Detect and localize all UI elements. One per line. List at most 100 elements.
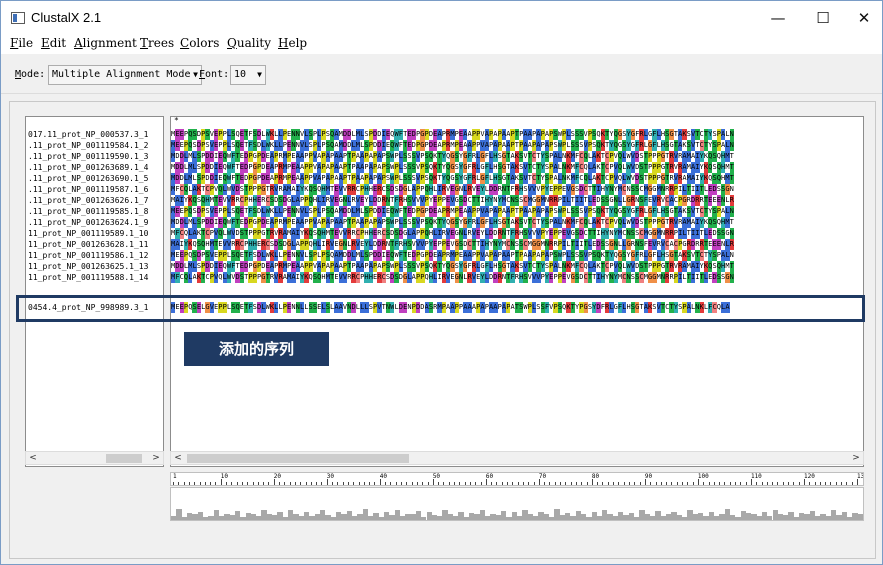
sequence-name[interactable]: .11_prot_NP_001263690.1_5 — [28, 173, 148, 184]
sequence-row[interactable]: MFCQLAKTCPVQLWVDSTPPPGTRVRAMAIYKQSQHMTEV… — [171, 228, 863, 239]
sequence-row[interactable]: MAIYKQSQHMTEVVRRCPHHERCSDSDGLAPPQHLIRVEG… — [171, 239, 863, 250]
ruler-tick — [586, 482, 588, 485]
sequence-row[interactable]: MEEPQSDPSVEPPLSQETFSDLWKLLPENNVLSPLPSQAM… — [171, 250, 863, 261]
sequence-name[interactable]: 11_prot_NP_001263625.1_13 — [28, 261, 148, 272]
menu-help[interactable]: Help — [278, 36, 307, 50]
sequence-name[interactable]: 11_prot_NP_001119588.1_14 — [28, 272, 148, 283]
ruler-tick — [533, 482, 535, 485]
ruler-tick — [793, 482, 795, 485]
scroll-left-icon[interactable]: < — [26, 452, 40, 464]
ruler-label: 80 — [591, 473, 600, 480]
ruler-tick — [284, 482, 286, 485]
sequence-name[interactable]: .11_prot_NP_001119590.1_3 — [28, 151, 148, 162]
sequence-row[interactable]: MDDLMLSPDDIEQWFTEDPGPDEAPRMPEAAPPVAPAPAA… — [171, 261, 863, 272]
ruler-label: 70 — [538, 473, 547, 480]
menu-file[interactable]: File — [10, 36, 33, 50]
ruler-tick — [841, 482, 843, 485]
ruler-tick — [194, 482, 196, 485]
ruler-tick — [363, 482, 365, 485]
ruler-tick — [835, 482, 837, 485]
sequence-row[interactable]: MDDLMLSPDDIEQWFTEDPGPDEAPRMPEAAPPVAPAPAA… — [171, 151, 863, 162]
ruler-tick — [602, 482, 604, 485]
sequence-name[interactable]: .11_prot_NP_001263689.1_4 — [28, 162, 148, 173]
sequence-row[interactable]: MDDLMLSPDDIEQWFTEDPGPDEAPRMPEAAPPVAPAPAA… — [171, 217, 863, 228]
sequence-name[interactable]: .11_prot_NP_001119585.1_8 — [28, 206, 148, 217]
title-bar[interactable]: ClustalX 2.1 — ☐ ✕ — [1, 1, 882, 34]
ruler-tick — [173, 482, 174, 485]
ruler-tick — [263, 482, 265, 485]
names-horizontal-scrollbar[interactable]: < > — [25, 451, 164, 465]
ruler-tick — [803, 479, 805, 485]
sequence-row[interactable]: MEEPQSDPSVEPPLSQETFSDLWKLLPENNVLSPLPSQAM… — [171, 206, 863, 217]
ruler-tick — [178, 482, 180, 485]
ruler-tick — [724, 482, 726, 485]
ruler-tick — [342, 482, 344, 485]
mode-label: Mode: — [15, 69, 46, 80]
scroll-right-icon[interactable]: > — [149, 452, 163, 464]
ruler-tick — [644, 479, 646, 485]
sequence-name[interactable]: .11_prot_NP_001119587.1_6 — [28, 184, 148, 195]
ruler-tick — [332, 482, 334, 485]
scrollbar-thumb[interactable] — [106, 454, 142, 463]
sequence-row[interactable]: MAIYKQSQHMTEVVRRCPHHERCSDSDGLAPPQHLIRVEG… — [171, 195, 863, 206]
ruler-tick — [199, 482, 201, 485]
mode-dropdown[interactable]: Multiple Alignment Mode ▼ — [48, 65, 202, 85]
ruler-tick — [443, 482, 445, 485]
sequence-row[interactable]: MFCQLAKTCPVQLWVDSTPPPGTRVRAMAIYKQSQHMTEV… — [171, 272, 863, 283]
ruler-tick — [422, 482, 424, 485]
ruler-tick — [326, 479, 328, 485]
sequence-row[interactable]: MDDLMLSPDDIEQWFTEDPGPDEAPRMPEAAPPVAPAPAA… — [171, 162, 863, 173]
close-button[interactable]: ✕ — [844, 5, 883, 31]
sequence-name[interactable]: .11_prot_NP_001119584.1_2 — [28, 140, 148, 151]
sequence-name[interactable]: 11_prot_NP_001263628.1_11 — [28, 239, 148, 250]
scrollbar-thumb[interactable] — [187, 454, 409, 463]
ruler-tick — [772, 482, 774, 485]
menu-quality[interactable]: Quality — [227, 36, 271, 50]
maximize-button[interactable]: ☐ — [803, 5, 843, 31]
sequence-row[interactable]: MDDLMLSPDDIEQWFTEDPGPDEAPRMPEAAPPVAPAPAA… — [171, 173, 863, 184]
ruler-tick — [496, 482, 498, 485]
ruler-tick — [708, 482, 710, 485]
sequence-horizontal-scrollbar[interactable]: < > — [170, 451, 864, 465]
ruler-label: 100 — [697, 473, 709, 480]
ruler-tick — [300, 482, 302, 485]
ruler-tick — [204, 482, 206, 485]
sequence-row[interactable]: MEEPQSDPSVEPPLSQETFSDLWKLLPENNVLSPLPSQAM… — [171, 129, 863, 140]
sequence-name[interactable]: 11_prot_NP_001119589.1_10 — [28, 228, 148, 239]
sequence-name[interactable]: .11_prot_NP_001263626.1_7 — [28, 195, 148, 206]
ruler-tick — [491, 482, 493, 485]
position-ruler: 1102030405060708090100110120130 — [170, 472, 864, 486]
sequence-names-panel[interactable]: 017.11_prot_NP_000537.3_1.11_prot_NP_001… — [25, 116, 164, 467]
ruler-tick — [735, 482, 737, 485]
menu-edit[interactable]: Edit — [41, 36, 66, 50]
ruler-tick — [676, 482, 678, 485]
ruler-tick — [756, 482, 758, 485]
ruler-tick — [432, 479, 434, 485]
sequence-name[interactable]: .11_prot_NP_001263624.1_9 — [28, 217, 148, 228]
ruler-label: 10 — [220, 473, 228, 480]
sequence-name[interactable]: 017.11_prot_NP_000537.3_1 — [28, 129, 148, 140]
ruler-tick — [448, 482, 450, 485]
scroll-left-icon[interactable]: < — [171, 452, 185, 464]
minimize-button[interactable]: — — [758, 5, 798, 31]
ruler-tick — [316, 482, 318, 485]
ruler-tick — [766, 482, 768, 485]
sequence-alignment-panel[interactable]: * MEEPQSDPSVEPPLSQETFSDLWKLLPENNVLSPLPSQ… — [170, 116, 864, 467]
sequence-row[interactable]: MFCQLAKTCPVQLWVDSTPPPGTRVRAMAIYKQSQHMTEV… — [171, 184, 863, 195]
sequence-row[interactable]: MEEPQSDPSVEPPLSQETFSDLWKLLPENNVLSPLPSQAM… — [171, 140, 863, 151]
menu-alignment[interactable]: Alignment — [74, 36, 137, 50]
sequence-name[interactable]: 11_prot_NP_001119586.1_12 — [28, 250, 148, 261]
ruler-tick — [697, 479, 699, 485]
scroll-right-icon[interactable]: > — [849, 452, 863, 464]
font-size-dropdown[interactable]: 10 ▼ — [230, 65, 266, 85]
ruler-tick — [522, 482, 524, 485]
ruler-tick — [554, 482, 556, 485]
ruler-tick — [692, 482, 694, 485]
ruler-tick — [294, 482, 296, 485]
menu-trees[interactable]: Trees — [140, 36, 174, 50]
ruler-label: 40 — [379, 473, 388, 480]
ruler-tick — [639, 482, 641, 485]
ruler-tick — [528, 482, 530, 485]
menu-colors[interactable]: Colors — [180, 36, 219, 50]
ruler-tick — [427, 482, 429, 485]
